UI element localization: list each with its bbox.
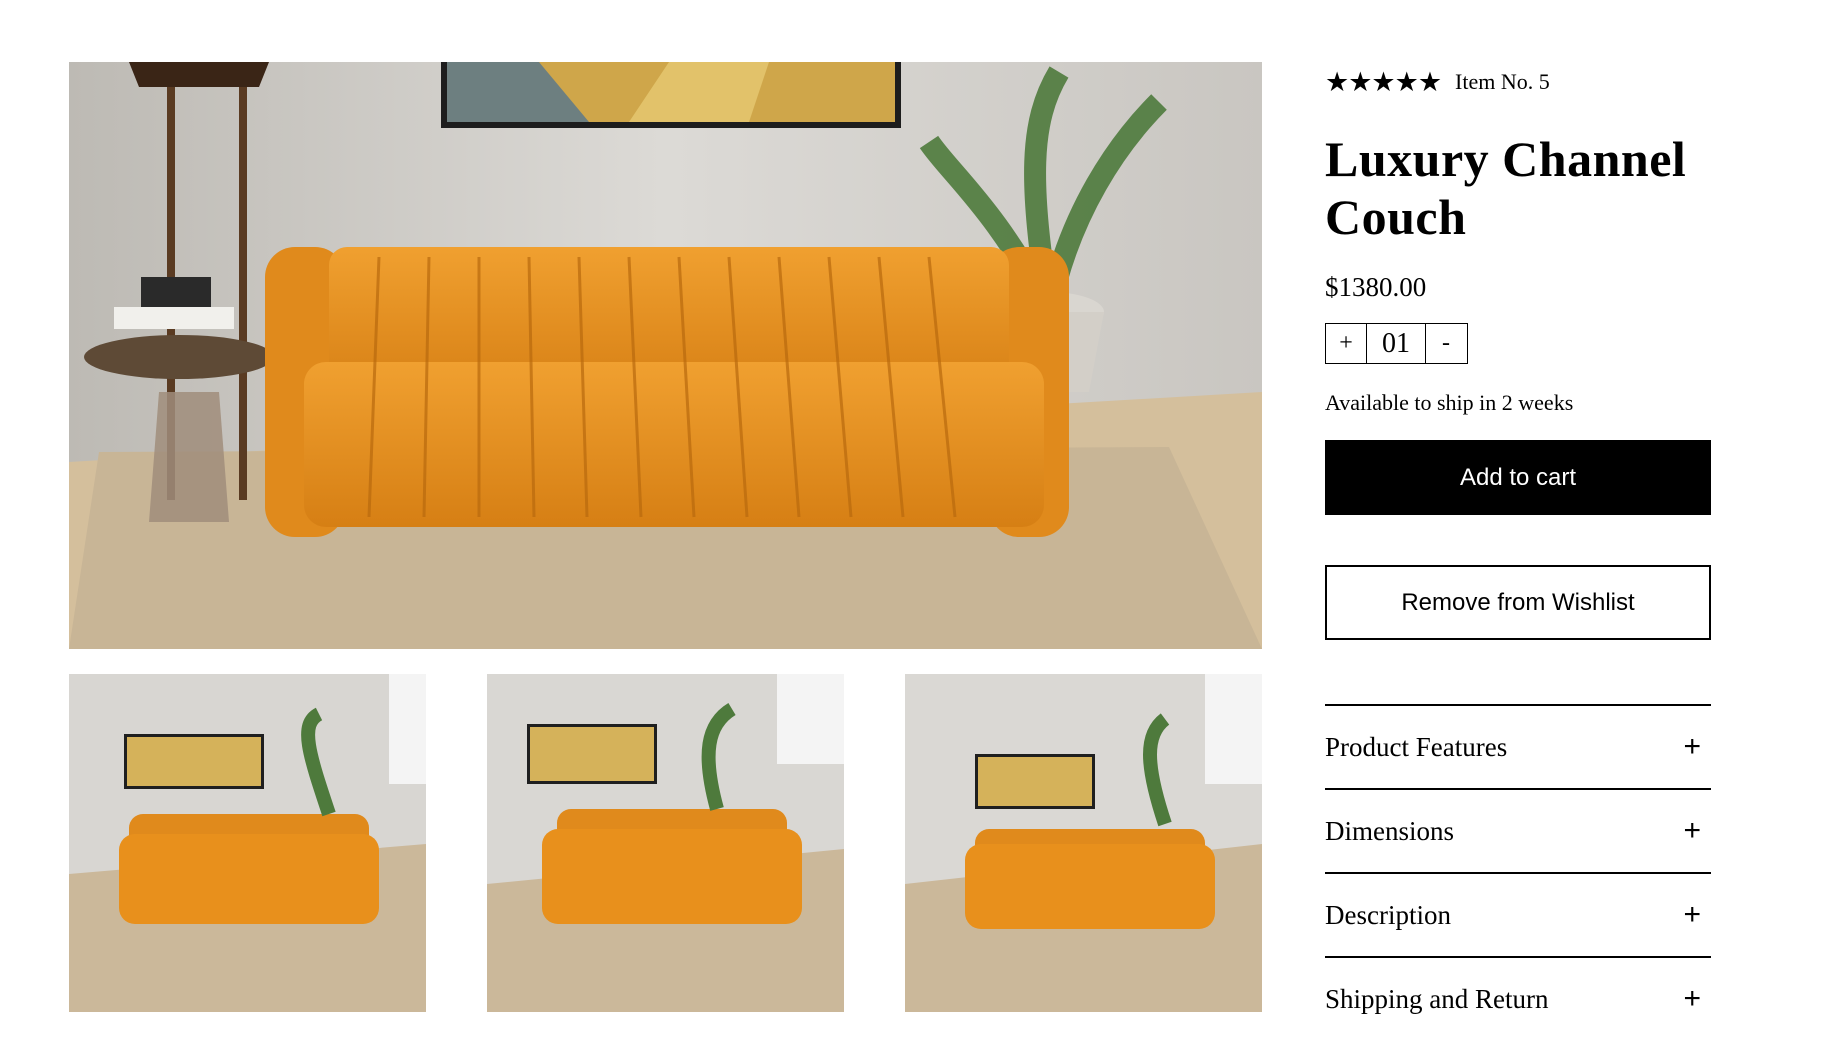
plus-icon[interactable]: + [1683, 814, 1701, 848]
product-price: $1380.00 [1325, 272, 1427, 302]
plus-icon[interactable]: + [1683, 730, 1701, 764]
accordion-description[interactable]: Description + [1325, 874, 1711, 958]
product-title-line-2: Couch [1325, 189, 1467, 245]
thumbnail-image-1[interactable] [69, 674, 426, 1012]
product-title-line-1: Luxury Channel [1325, 131, 1687, 187]
accordion-shipping-and-return[interactable]: Shipping and Return + [1325, 958, 1711, 1040]
thumbnail-image-3[interactable] [905, 674, 1262, 1012]
quantity-increment-button[interactable]: + [1326, 324, 1366, 363]
quantity-decrement-button[interactable]: - [1426, 324, 1466, 363]
accordion-label: Product Features [1325, 731, 1508, 762]
product-title: Luxury Channel Couch [1325, 130, 1711, 246]
add-to-cart-button[interactable]: Add to cart [1325, 440, 1711, 515]
quantity-stepper: + 01 - [1325, 323, 1468, 364]
accordion-label: Shipping and Return [1325, 983, 1549, 1014]
accordion-product-features[interactable]: Product Features + [1325, 706, 1711, 790]
accordion-label: Description [1325, 899, 1451, 930]
quantity-value[interactable]: 01 [1366, 324, 1426, 363]
remove-from-wishlist-button[interactable]: Remove from Wishlist [1325, 565, 1711, 640]
availability-text: Available to ship in 2 weeks [1325, 390, 1574, 415]
plus-icon[interactable]: + [1683, 898, 1701, 932]
main-product-image[interactable] [69, 62, 1262, 649]
item-number: Item No. 5 [1455, 69, 1550, 94]
plus-icon[interactable]: + [1683, 982, 1701, 1016]
star-rating-icon[interactable]: ★★★★★ [1325, 68, 1442, 96]
product-details-accordion: Product Features + Dimensions + Descript… [1325, 704, 1711, 1040]
accordion-dimensions[interactable]: Dimensions + [1325, 790, 1711, 874]
thumbnail-image-2[interactable] [487, 674, 844, 1012]
product-info-panel: ★★★★★ Item No. 5 Luxury Channel Couch $1… [1325, 62, 1711, 1040]
accordion-label: Dimensions [1325, 815, 1455, 846]
rating-row: ★★★★★ Item No. 5 [1325, 62, 1711, 102]
